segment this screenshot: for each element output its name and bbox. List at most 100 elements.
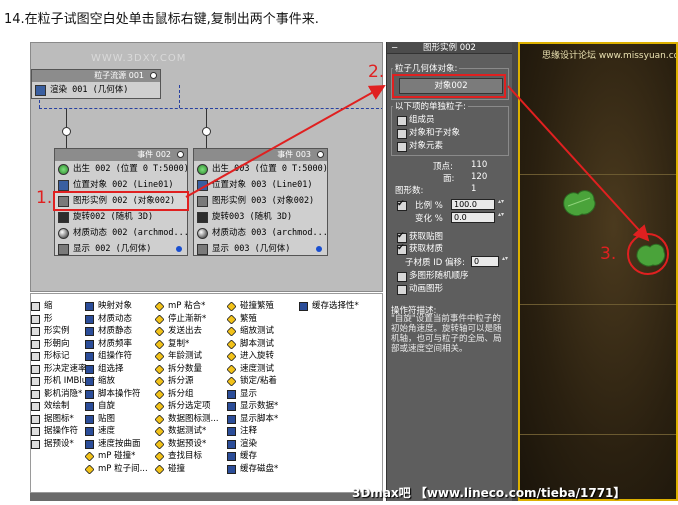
depot-item[interactable]: 锁定/粘着 <box>226 375 299 388</box>
parameter-panel[interactable]: − 图形实例 002 粒子几何体对象: 对象002 以下项的单独粒子: 组成员 … <box>386 42 512 501</box>
operator-icon <box>154 301 165 312</box>
operator-display[interactable]: 显示 002 (几何体) <box>55 241 187 257</box>
depot-item[interactable]: 缩 <box>31 300 91 313</box>
depot-item[interactable]: 缩放测试 <box>226 325 299 338</box>
node-output-icon[interactable] <box>177 151 184 158</box>
operator-birth[interactable]: 出生 002 (位置 0 T:5000) <box>55 161 189 177</box>
depot-item[interactable]: 显示脚本* <box>227 413 299 426</box>
depot-item[interactable]: 速度 <box>85 425 155 438</box>
depot-item[interactable]: 影机消隐* <box>31 388 91 401</box>
scale-spinner[interactable]: 100.0 <box>451 198 504 210</box>
depot-item[interactable]: 速度测试 <box>226 363 299 376</box>
depot-item[interactable]: 发送出去 <box>154 325 227 338</box>
operator-display[interactable]: 显示 003 (几何体) <box>194 241 327 257</box>
get-material-checkbox[interactable]: 获取材质 <box>397 242 443 255</box>
depot-item[interactable]: 注释 <box>227 425 299 438</box>
depot-item[interactable]: 脚本操作符 <box>85 388 155 401</box>
event-003-input-connector[interactable] <box>202 127 211 136</box>
depot-column-4: 碰撞繁殖 繁殖 缩放测试 脚本测试 进入旋转 速度测试 锁定/粘着 显示 显示数… <box>226 300 299 476</box>
depot-item[interactable]: 数据图标测... <box>154 413 227 426</box>
callout-3: 3. <box>600 244 617 264</box>
operator-icon <box>154 426 165 437</box>
operator-shape-instance[interactable]: 图形实例 003 (对象002) <box>194 193 327 209</box>
depot-item[interactable]: 缓存 <box>227 450 299 463</box>
depot-item[interactable]: 材质动态 <box>85 313 155 326</box>
operator-icon <box>299 302 308 311</box>
depot-item[interactable]: 拆分数量 <box>154 363 227 376</box>
source-render-row[interactable]: 渲染 001 (几何体) <box>32 82 160 98</box>
event-003-node[interactable]: 事件 003 出生 003 (位置 0 T:5000) 位置对象 003 (Li… <box>193 148 328 256</box>
depot-item[interactable]: 形机 IMBlur* <box>31 375 95 388</box>
rollout-title[interactable]: − 图形实例 002 <box>387 42 512 54</box>
depot-item[interactable]: 拆分组 <box>154 388 227 401</box>
multi-shape-checkbox[interactable]: 多图形随机顺序 <box>397 270 469 282</box>
object-elements-checkbox[interactable]: 对象元素 <box>397 140 443 152</box>
depot-item[interactable]: 形朝向 <box>31 338 91 351</box>
depot-item[interactable]: 进入旋转 <box>226 350 299 363</box>
depot-item[interactable]: 形 <box>31 313 91 326</box>
operator-material-dynamic[interactable]: 材质动态 002 (archmod... <box>55 225 189 241</box>
depot-item[interactable]: 形标记 <box>31 350 91 363</box>
render-icon <box>35 85 46 96</box>
depot-item[interactable]: 显示数据* <box>227 400 299 413</box>
depot-item[interactable]: 据预设* <box>31 438 91 451</box>
depot-item[interactable]: 据图标* <box>31 413 91 426</box>
depot-item[interactable]: 繁殖 <box>226 313 299 326</box>
depot-item[interactable]: 碰撞繁殖 <box>226 300 299 313</box>
depot-item[interactable]: 效绘制 <box>31 400 91 413</box>
operator-rotation[interactable]: 旋转003 (随机 3D) <box>194 209 327 225</box>
depot-item[interactable]: 形决定速率 <box>31 363 91 376</box>
operator-position-object[interactable]: 位置对象 002 (Line01) <box>55 177 187 193</box>
operator-icon <box>154 363 165 375</box>
depot-item[interactable]: 拆分选定项 <box>154 400 227 413</box>
leaf-object[interactable] <box>560 186 600 220</box>
operator-birth[interactable]: 出生 003 (位置 0 T:5000) <box>194 161 328 177</box>
event-002-input-connector[interactable] <box>62 127 71 136</box>
operator-shape-instance[interactable]: 图形实例 002 (对象002) <box>53 191 189 211</box>
depot-item[interactable]: mP 碰撞* <box>84 450 155 463</box>
depot-item[interactable]: 组选择 <box>85 363 155 376</box>
group-members-checkbox[interactable]: 组成员 <box>397 114 435 126</box>
depot-item[interactable]: 碰撞 <box>154 463 227 476</box>
node-output-icon[interactable] <box>317 151 324 158</box>
depot-item[interactable]: 形实例 <box>31 325 91 338</box>
depot-item[interactable]: 复制* <box>154 338 227 351</box>
depot-item[interactable]: 渲染 <box>227 438 299 451</box>
collapse-icon[interactable]: − <box>391 42 398 54</box>
depot-item[interactable]: 查找目标 <box>154 450 227 463</box>
depot-item[interactable]: 脚本测试 <box>226 338 299 351</box>
operator-depot[interactable]: 缩 形 形实例 形朝向 形标记 形决定速率 形机 IMBlur* 影机消隐* 效… <box>30 293 383 493</box>
source-node[interactable]: 粒子流源 001 渲染 001 (几何体) <box>31 69 161 99</box>
depot-item[interactable]: 贴图 <box>85 413 155 426</box>
depot-item[interactable]: 缩放 <box>85 375 155 388</box>
operator-material-dynamic[interactable]: 材质动态 003 (archmod... <box>194 225 328 241</box>
particle-view-graph[interactable]: WWW.3DXY.COM 粒子流源 001 渲染 001 (几何体) 事件 00… <box>30 42 383 292</box>
depot-item[interactable]: 年龄测试 <box>154 350 227 363</box>
depot-item[interactable]: 据操作符 <box>31 425 91 438</box>
operator-icon <box>85 414 94 424</box>
variation-spinner[interactable]: 0.0 <box>451 211 504 223</box>
submat-offset-spinner[interactable]: 0 <box>471 255 508 267</box>
depot-item[interactable]: 速度按曲面 <box>85 438 155 451</box>
depot-item[interactable]: mP 粒子间... <box>84 463 155 476</box>
operator-position-object[interactable]: 位置对象 003 (Line01) <box>194 177 327 193</box>
depot-item[interactable]: 自旋 <box>85 400 155 413</box>
depot-item[interactable]: 数据测试* <box>154 425 227 438</box>
depot-item[interactable]: 数据预设* <box>154 438 227 451</box>
depot-item[interactable]: 拆分源 <box>154 375 227 388</box>
scale-checkbox[interactable] <box>397 198 409 211</box>
depot-item[interactable]: 组操作符 <box>85 350 155 363</box>
depot-item[interactable]: 显示 <box>227 388 299 401</box>
depot-item[interactable]: 材质频率 <box>85 338 155 351</box>
depot-item[interactable]: 映射对象 <box>85 300 155 313</box>
node-output-icon[interactable] <box>150 72 157 79</box>
event-002-node[interactable]: 事件 002 出生 002 (位置 0 T:5000) 位置对象 002 (Li… <box>53 148 189 257</box>
depot-item[interactable]: mP 粘合* <box>154 300 227 313</box>
object-subobject-checkbox[interactable]: 对象和子对象 <box>397 127 460 139</box>
operator-rotation[interactable]: 旋转002 (随机 3D) <box>55 209 187 225</box>
animated-shape-checkbox[interactable]: 动画图形 <box>397 283 443 295</box>
depot-item[interactable]: 缓存选择性* <box>299 300 382 313</box>
depot-item[interactable]: 材质静态 <box>85 325 155 338</box>
depot-item[interactable]: 停止渐新* <box>154 313 227 326</box>
depot-item[interactable]: 缓存磁盘* <box>227 463 299 476</box>
